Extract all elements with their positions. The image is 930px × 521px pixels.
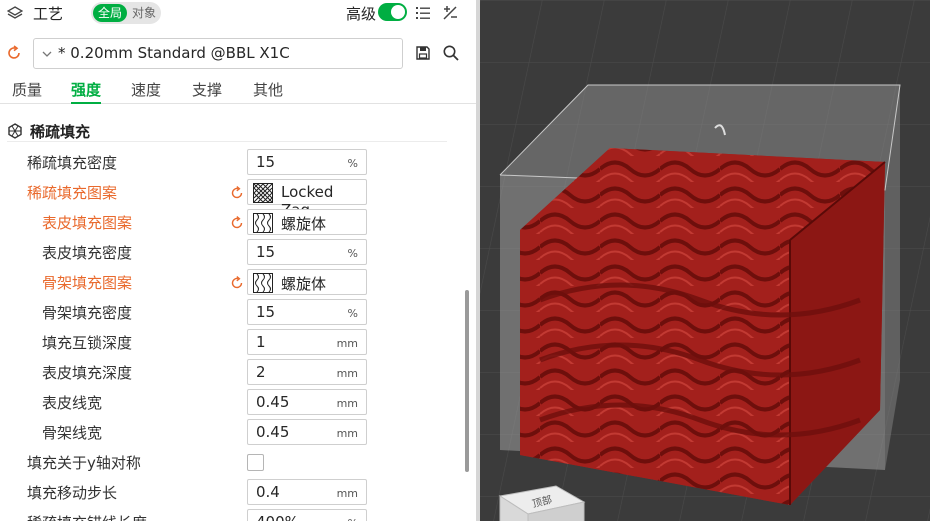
infill-model xyxy=(520,124,886,505)
section-sparse-infill: 稀疏填充 xyxy=(7,120,447,142)
field-value: 0.45 xyxy=(256,423,290,441)
field-value: 0.45 xyxy=(256,393,290,411)
setting-row: 表皮填充图案 螺旋体 xyxy=(0,208,460,238)
process-title: 工艺 xyxy=(33,5,64,23)
field-unit: mm xyxy=(336,397,358,410)
field-unit: % xyxy=(348,517,358,521)
skeleton-infill-density-input[interactable]: 15 % xyxy=(247,299,367,325)
setting-label: 稀疏填充锚线长度 xyxy=(27,512,147,521)
settings-tabs: 质量 强度 速度 支撑 其他 xyxy=(0,76,476,104)
scene-canvas xyxy=(480,0,930,521)
reset-icon[interactable] xyxy=(230,216,244,230)
field-value: 400% xyxy=(256,513,299,521)
setting-row: 填充移动步长 0.4 mm xyxy=(0,478,460,508)
setting-row: 稀疏填充图案 Locked Zag xyxy=(0,178,460,219)
locked-zag-pattern-icon xyxy=(253,183,273,203)
skin-infill-pattern-select[interactable]: 螺旋体 xyxy=(247,209,367,235)
compare-icon[interactable] xyxy=(441,4,459,22)
list-icon[interactable] xyxy=(414,4,432,22)
setting-row: 骨架填充图案 螺旋体 xyxy=(0,268,460,298)
infill-icon xyxy=(8,123,22,139)
setting-row: 稀疏填充密度 15 % xyxy=(0,148,460,178)
chevron-down-icon xyxy=(42,51,52,57)
setting-label: 填充关于y轴对称 xyxy=(27,454,141,472)
advanced-label: 高级 xyxy=(346,5,377,23)
setting-label: 骨架线宽 xyxy=(42,424,103,442)
infill-lock-depth-input[interactable]: 1 mm xyxy=(247,329,367,355)
skeleton-line-width-input[interactable]: 0.45 mm xyxy=(247,419,367,445)
setting-label: 表皮线宽 xyxy=(42,394,103,412)
field-unit: mm xyxy=(336,367,358,380)
setting-label: 表皮填充密度 xyxy=(42,244,133,262)
process-header: 工艺 全局 对象 高级 xyxy=(0,0,476,26)
preset-row: * 0.20mm Standard @BBL X1C xyxy=(0,38,476,70)
field-unit: mm xyxy=(336,427,358,440)
setting-row: 表皮线宽 0.45 mm xyxy=(0,388,460,418)
setting-label: 稀疏填充图案 xyxy=(27,184,118,202)
field-value: 1 xyxy=(256,333,266,351)
setting-label: 填充互锁深度 xyxy=(42,334,133,352)
field-value: 15 xyxy=(256,303,276,321)
field-value: 0.4 xyxy=(256,483,280,501)
3d-viewport[interactable]: 顶部 xyxy=(480,0,930,521)
search-icon[interactable] xyxy=(442,44,460,62)
setting-row: 表皮填充密度 15 % xyxy=(0,238,460,268)
reset-icon[interactable] xyxy=(230,186,244,200)
setting-row: 骨架线宽 0.45 mm xyxy=(0,418,460,448)
tab-quality[interactable]: 质量 xyxy=(12,79,42,104)
tab-support[interactable]: 支撑 xyxy=(192,79,222,104)
setting-row: 填充互锁深度 1 mm xyxy=(0,328,460,358)
tab-others[interactable]: 其他 xyxy=(253,79,283,104)
reset-icon[interactable] xyxy=(230,276,244,290)
skin-infill-density-input[interactable]: 15 % xyxy=(247,239,367,265)
tab-speed[interactable]: 速度 xyxy=(131,79,161,104)
setting-label: 稀疏填充密度 xyxy=(27,154,118,172)
scope-global-option[interactable]: 全局 xyxy=(93,4,127,22)
save-icon[interactable] xyxy=(415,45,431,61)
field-unit: % xyxy=(347,157,358,170)
setting-row: 稀疏填充锚线长度 400% % xyxy=(0,508,460,521)
settings-scrollbar[interactable] xyxy=(465,290,469,472)
field-value: 螺旋体 xyxy=(281,275,327,293)
preset-dropdown[interactable]: * 0.20mm Standard @BBL X1C xyxy=(33,38,403,69)
skin-line-width-input[interactable]: 0.45 mm xyxy=(247,389,367,415)
sparse-infill-density-input[interactable]: 15 % xyxy=(247,149,367,175)
field-value: 15 xyxy=(256,243,276,261)
skin-infill-depth-input[interactable]: 2 mm xyxy=(247,359,367,385)
setting-label: 填充移动步长 xyxy=(27,484,118,502)
field-unit: mm xyxy=(336,487,358,500)
field-value: 15 xyxy=(256,153,276,171)
setting-label: 骨架填充图案 xyxy=(42,274,133,292)
field-unit: % xyxy=(347,247,358,260)
reset-icon[interactable] xyxy=(6,45,22,61)
field-value: 螺旋体 xyxy=(281,215,327,233)
setting-label: 骨架填充密度 xyxy=(42,304,133,322)
preset-name: * 0.20mm Standard @BBL X1C xyxy=(58,44,290,62)
setting-row: 表皮填充深度 2 mm xyxy=(0,358,460,388)
gyroid-pattern-icon xyxy=(253,273,273,293)
scope-object-option[interactable]: 对象 xyxy=(129,4,159,22)
gyroid-pattern-icon xyxy=(253,213,273,233)
navigation-cube[interactable]: 顶部 xyxy=(498,482,588,521)
advanced-toggle[interactable] xyxy=(378,3,407,21)
skeleton-infill-pattern-select[interactable]: 螺旋体 xyxy=(247,269,367,295)
section-title: 稀疏填充 xyxy=(30,123,91,141)
setting-row: 填充关于y轴对称 xyxy=(0,448,460,478)
setting-row: 骨架填充密度 15 % xyxy=(0,298,460,328)
infill-mirror-y-checkbox[interactable] xyxy=(247,454,264,471)
scope-switch[interactable]: 全局 对象 xyxy=(91,2,161,24)
field-unit: mm xyxy=(336,337,358,350)
setting-label: 表皮填充深度 xyxy=(42,364,133,382)
setting-label: 表皮填充图案 xyxy=(42,214,133,232)
sparse-infill-anchor-input[interactable]: 400% % xyxy=(247,509,367,521)
field-value: 2 xyxy=(256,363,266,381)
infill-shift-step-input[interactable]: 0.4 mm xyxy=(247,479,367,505)
process-settings-panel: 工艺 全局 对象 高级 * 0.20mm Standard @BBL X1C 质… xyxy=(0,0,476,521)
tab-strength[interactable]: 强度 xyxy=(71,79,102,104)
sparse-infill-pattern-select[interactable]: Locked Zag xyxy=(247,179,367,219)
field-unit: % xyxy=(347,307,358,320)
layers-icon xyxy=(7,6,23,19)
